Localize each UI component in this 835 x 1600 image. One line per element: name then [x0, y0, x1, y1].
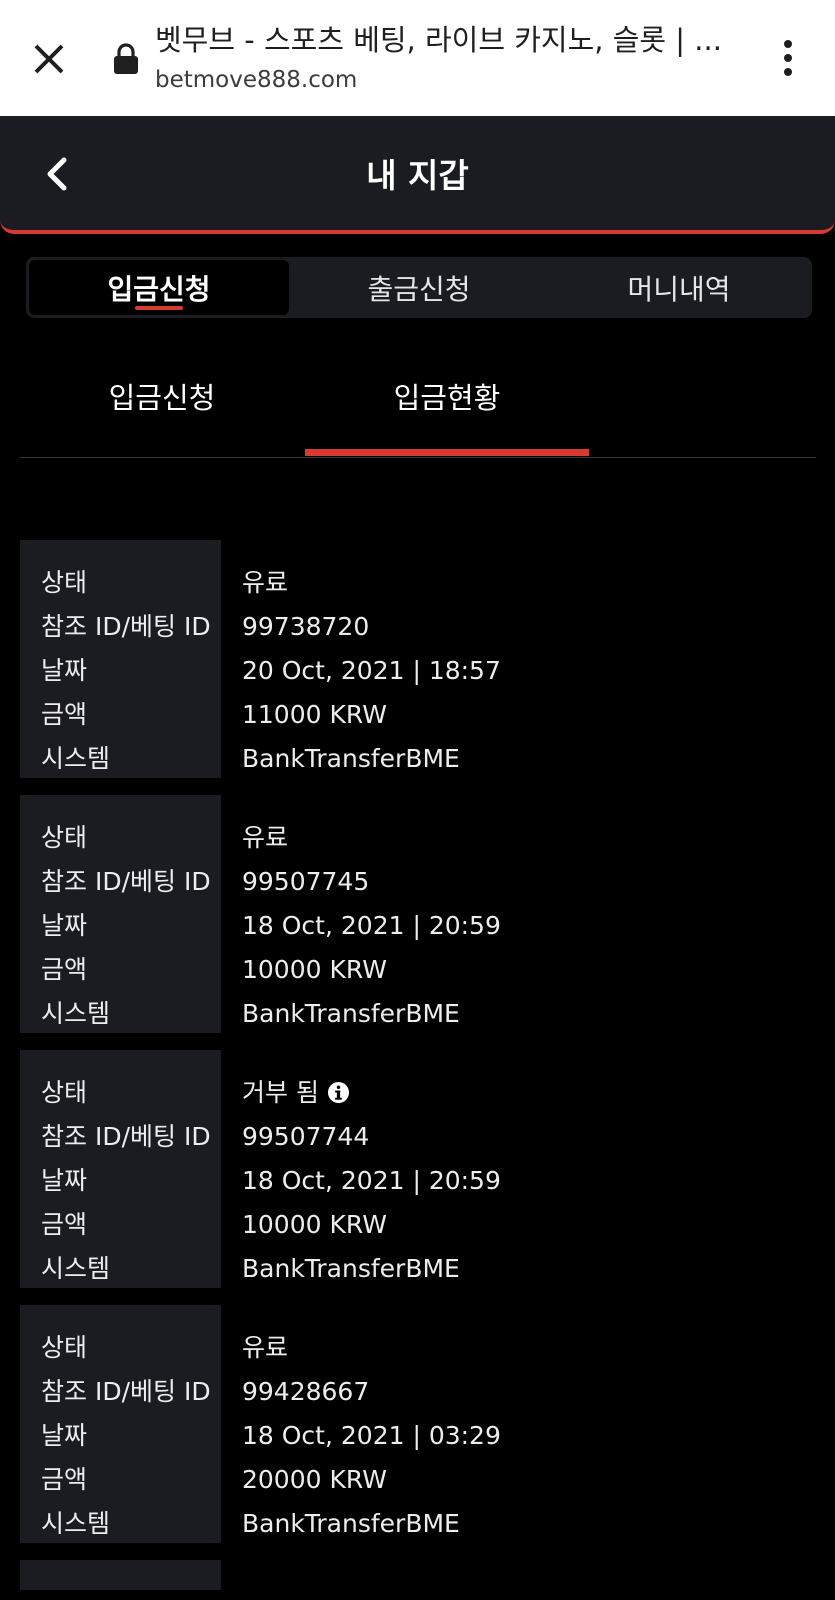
active-subtab-indicator: [305, 449, 589, 456]
status-label: 상태: [41, 568, 88, 597]
transaction-card: 상태 참조 ID/베팅 ID 날짜 금액 시스템 유료 99507745 18 …: [20, 795, 816, 1033]
ref-id-label: 참조 ID/베팅 ID: [41, 867, 211, 896]
transaction-card: 상태 참조 ID/베팅 ID 날짜 금액 시스템 유료 99428667 18 …: [20, 1305, 816, 1543]
ref-id-value: 99738720: [242, 612, 370, 641]
amount-value: 10000 KRW: [242, 955, 387, 984]
amount-label: 금액: [41, 955, 88, 984]
browser-url[interactable]: betmove888.com: [155, 64, 357, 96]
app-header: 내 지갑: [0, 116, 835, 234]
transaction-labels: 상태 참조 ID/베팅 ID 날짜 금액 시스템: [20, 1305, 221, 1543]
subtab-label: 입금신청: [108, 381, 216, 415]
subtab-label: 입금현황: [393, 381, 501, 415]
date-value: 18 Oct, 2021 | 03:29: [242, 1421, 501, 1450]
status-label: 상태: [41, 1078, 88, 1107]
amount-label: 금액: [41, 700, 88, 729]
tab-label: 입금신청: [107, 272, 211, 306]
tab-label: 출금신청: [367, 272, 471, 306]
tab-label: 머니내역: [627, 272, 731, 306]
amount-value: 10000 KRW: [242, 1210, 387, 1239]
page-title: 내 지갑: [366, 156, 469, 195]
transaction-list: 상태 참조 ID/베팅 ID 날짜 금액 시스템 유료 99738720 20 …: [20, 540, 816, 1590]
amount-value: 20000 KRW: [242, 1465, 387, 1494]
main-tabs: 입금신청 출금신청 머니내역: [26, 257, 812, 318]
ref-id-value: 99428667: [242, 1377, 370, 1406]
lock-icon: [114, 43, 138, 74]
tab-withdraw-request[interactable]: 출금신청: [289, 260, 549, 315]
close-icon[interactable]: [26, 36, 72, 82]
transaction-values: 유료 99738720 20 Oct, 2021 | 18:57 11000 K…: [242, 540, 501, 778]
transaction-values: 거부 됨 99507744 18 Oct, 2021 | 20:59 10000…: [242, 1050, 501, 1288]
tab-deposit-request[interactable]: 입금신청: [29, 260, 289, 315]
date-label: 날짜: [41, 656, 88, 685]
amount-label: 금액: [41, 1210, 88, 1239]
transaction-labels: 상태 참조 ID/베팅 ID 날짜 금액 시스템: [20, 1050, 221, 1288]
ref-id-label: 참조 ID/베팅 ID: [41, 1377, 211, 1406]
system-value: BankTransferBME: [242, 1254, 460, 1283]
back-chevron-icon[interactable]: [38, 152, 78, 196]
status-value: 유료: [242, 823, 289, 852]
transaction-card: 상태 참조 ID/베팅 ID 날짜 금액 시스템 거부 됨 99507744 1…: [20, 1050, 816, 1288]
tab-money-history[interactable]: 머니내역: [549, 260, 809, 315]
subtab-deposit-request[interactable]: 입금신청: [20, 344, 304, 456]
system-label: 시스템: [41, 744, 111, 773]
transaction-labels: 상태 참조 ID/베팅 ID 날짜 금액 시스템: [20, 795, 221, 1033]
status-label: 상태: [41, 823, 88, 852]
transaction-card: 상태 참조 ID/베팅 ID 날짜 금액 시스템 유료 99738720 20 …: [20, 540, 816, 778]
system-value: BankTransferBME: [242, 744, 460, 773]
transaction-values: 유료 99507745 18 Oct, 2021 | 20:59 10000 K…: [242, 795, 501, 1033]
status-label: 상태: [41, 1333, 88, 1362]
ref-id-label: 참조 ID/베팅 ID: [41, 1122, 211, 1151]
date-value: 18 Oct, 2021 | 20:59: [242, 1166, 501, 1195]
browser-page-title[interactable]: 벳무브 - 스포츠 베팅, 라이브 카지노, 슬롯 | ...: [155, 20, 735, 60]
transaction-values: 유료 99428667 18 Oct, 2021 | 03:29 20000 K…: [242, 1305, 501, 1543]
system-value: BankTransferBME: [242, 999, 460, 1028]
active-tab-underline: [135, 306, 183, 310]
status-value-row: 거부 됨: [242, 1071, 501, 1115]
browser-toolbar: 벳무브 - 스포츠 베팅, 라이브 카지노, 슬롯 | ... betmove8…: [0, 0, 835, 116]
date-value: 18 Oct, 2021 | 20:59: [242, 911, 501, 940]
amount-label: 금액: [41, 1465, 88, 1494]
date-label: 날짜: [41, 1166, 88, 1195]
status-value: 유료: [242, 568, 289, 597]
status-value: 유료: [242, 1333, 289, 1362]
date-label: 날짜: [41, 911, 88, 940]
sub-tabs: 입금신청 입금현황: [20, 344, 816, 458]
system-value: BankTransferBME: [242, 1509, 460, 1538]
system-label: 시스템: [41, 999, 111, 1028]
status-value: 거부 됨: [242, 1078, 319, 1107]
ref-id-value: 99507744: [242, 1122, 370, 1151]
system-label: 시스템: [41, 1254, 111, 1283]
more-vert-icon[interactable]: [776, 36, 800, 80]
transaction-card-partial: [20, 1560, 221, 1590]
info-icon[interactable]: [327, 1081, 350, 1104]
ref-id-value: 99507745: [242, 867, 370, 896]
amount-value: 11000 KRW: [242, 700, 387, 729]
system-label: 시스템: [41, 1509, 111, 1538]
date-value: 20 Oct, 2021 | 18:57: [242, 656, 501, 685]
ref-id-label: 참조 ID/베팅 ID: [41, 612, 211, 641]
date-label: 날짜: [41, 1421, 88, 1450]
transaction-labels: 상태 참조 ID/베팅 ID 날짜 금액 시스템: [20, 540, 221, 778]
subtab-deposit-status[interactable]: 입금현황: [305, 344, 589, 456]
